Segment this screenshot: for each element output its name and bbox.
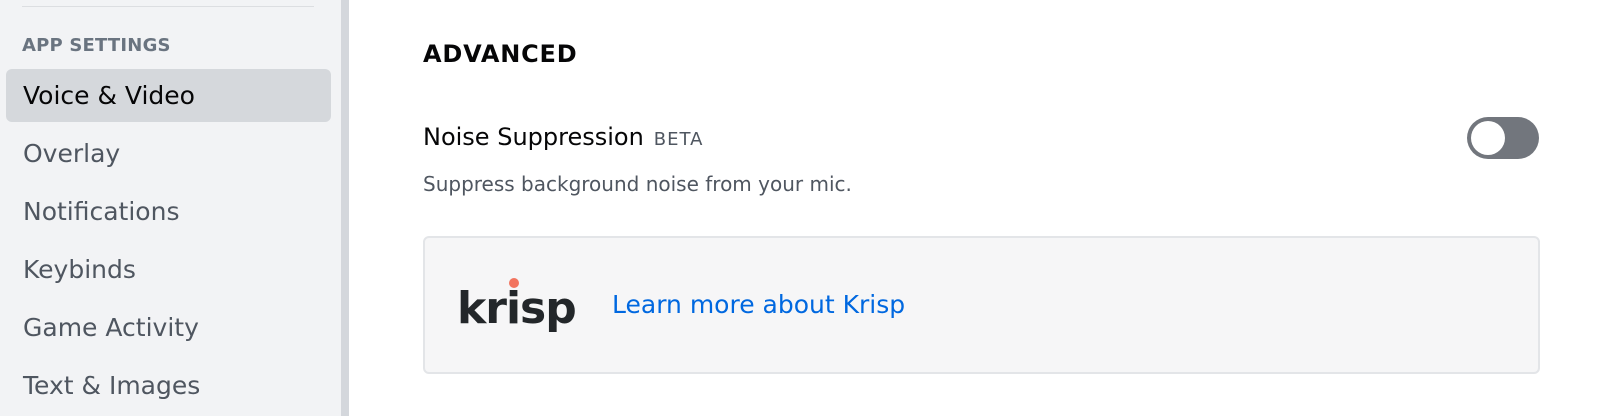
sidebar-item-label: Keybinds [23, 255, 136, 284]
noise-suppression-description: Suppress background noise from your mic. [423, 172, 852, 196]
sidebar-item-label: Game Activity [23, 313, 199, 342]
section-title: ADVANCED [423, 40, 578, 68]
sidebar-item-overlay[interactable]: Overlay [6, 127, 331, 180]
beta-badge: BETA [653, 129, 704, 150]
sidebar-item-notifications[interactable]: Notifications [6, 185, 331, 238]
sidebar-divider [22, 6, 314, 7]
sidebar-item-label: Notifications [23, 197, 180, 226]
sidebar-item-game-activity[interactable]: Game Activity [6, 301, 331, 354]
sidebar-item-voice-video[interactable]: Voice & Video [6, 69, 331, 122]
learn-more-krisp-link[interactable]: Learn more about Krisp [612, 290, 905, 319]
noise-suppression-toggle[interactable] [1467, 117, 1539, 159]
settings-content: ADVANCED Noise Suppression BETA Suppress… [349, 0, 1600, 416]
sidebar-item-keybinds[interactable]: Keybinds [6, 243, 331, 296]
sidebar-item-label: Overlay [23, 139, 121, 168]
sidebar-scrollbar[interactable] [341, 0, 349, 416]
settings-sidebar: APP SETTINGS Voice & Video Overlay Notif… [0, 0, 341, 416]
noise-suppression-title: Noise Suppression BETA [423, 123, 703, 151]
setting-name: Noise Suppression [423, 123, 644, 151]
settings-window: APP SETTINGS Voice & Video Overlay Notif… [0, 0, 1600, 416]
krisp-logo-text: krisp [457, 283, 576, 334]
sidebar-item-label: Text & Images [23, 371, 201, 400]
toggle-knob [1471, 121, 1505, 155]
sidebar-item-text-images[interactable]: Text & Images [6, 359, 331, 412]
sidebar-item-label: Voice & Video [23, 81, 195, 110]
sidebar-section-header: APP SETTINGS [22, 35, 171, 56]
krisp-card: krisp Learn more about Krisp [423, 236, 1540, 374]
krisp-logo: krisp [457, 278, 577, 334]
